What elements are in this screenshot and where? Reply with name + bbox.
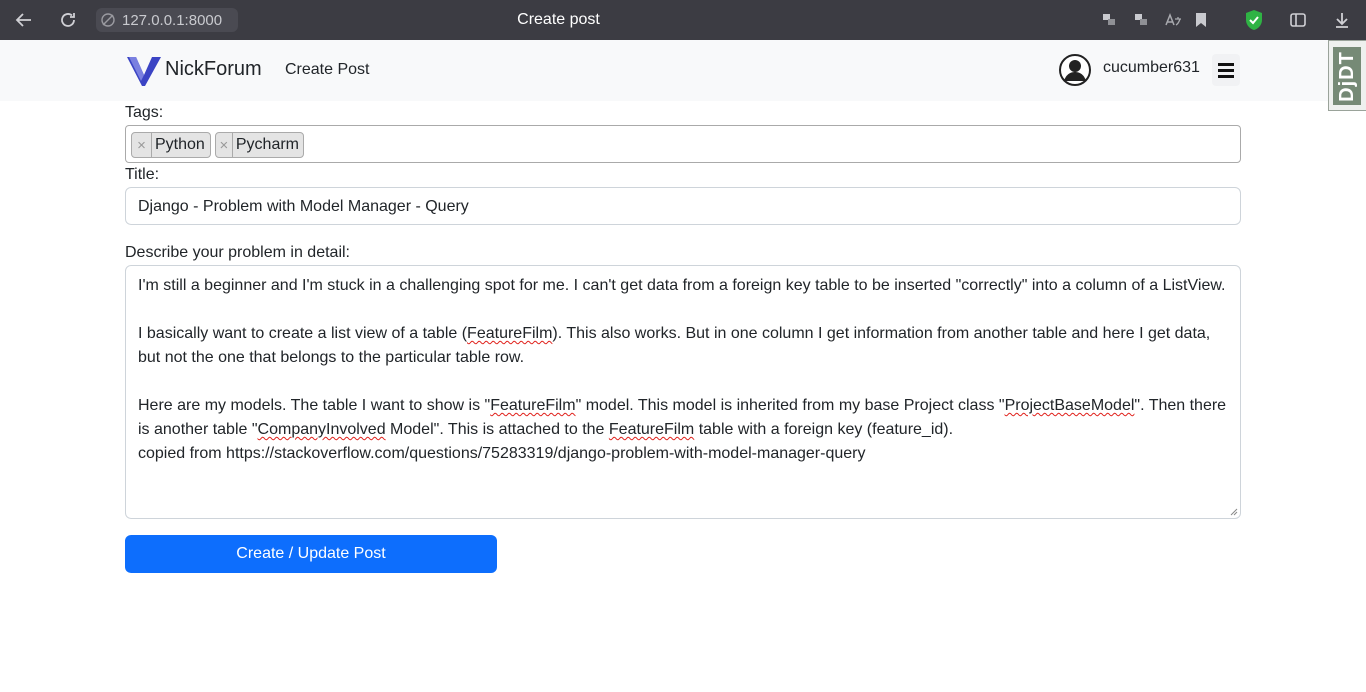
submit-button[interactable]: Create / Update Post (125, 535, 497, 573)
title-input[interactable]: Django - Problem with Model Manager - Qu… (125, 187, 1241, 225)
reload-icon[interactable] (56, 8, 80, 32)
avatar[interactable] (1059, 54, 1091, 86)
extension-icon[interactable] (1129, 8, 1153, 32)
tag-label: Python (155, 136, 205, 153)
tag-chip: × Pycharm (215, 132, 304, 158)
body-text: Here are my models. The table I want to … (138, 397, 491, 414)
bookmark-icon[interactable] (1189, 8, 1213, 32)
body-textarea[interactable]: I'm still a beginner and I'm stuck in a … (125, 265, 1241, 519)
translate-icon[interactable] (1161, 8, 1185, 32)
address-bar[interactable]: 127.0.0.1:8000 (96, 8, 238, 32)
body-paragraph: copied from https://stackoverflow.com/qu… (138, 445, 866, 462)
body-label: Describe your problem in detail: (125, 244, 350, 261)
resize-grip-icon[interactable] (1230, 508, 1238, 516)
body-text: " model. This model is inherited from my… (575, 397, 1005, 414)
body-text: FeatureFilm (490, 397, 576, 414)
debug-toolbar-handle[interactable]: DjDT (1328, 40, 1366, 111)
body-paragraph: Here are my models. The table I want to … (138, 394, 1228, 442)
body-text: Model". This is attached to the (385, 421, 609, 438)
title-label: Title: (125, 166, 160, 183)
body-text: I basically want to create a list view o… (138, 325, 468, 342)
site-info-icon[interactable] (96, 8, 120, 32)
hamburger-icon (1218, 63, 1234, 78)
sidebar-icon[interactable] (1286, 8, 1310, 32)
body-text: table with a foreign key (feature_id). (694, 421, 954, 438)
extension-icon[interactable] (1097, 8, 1121, 32)
browser-toolbar: Create post 127.0.0.1:8000 (0, 0, 1366, 40)
body-paragraph: I'm still a beginner and I'm stuck in a … (138, 277, 1226, 294)
tag-remove-button[interactable]: × (132, 133, 152, 157)
url-text: 127.0.0.1:8000 (122, 11, 223, 29)
body-text: FeatureFilm (467, 325, 553, 342)
brand-name[interactable]: NickForum (165, 58, 262, 81)
username[interactable]: cucumber631 (1103, 59, 1200, 77)
body-text: FeatureFilm (608, 421, 695, 438)
site-navbar: NickForum Create Post cucumber631 (0, 40, 1366, 101)
download-icon[interactable] (1330, 8, 1354, 32)
nav-create-post-link[interactable]: Create Post (285, 61, 369, 79)
brand-logo-icon[interactable] (126, 55, 162, 87)
menu-button[interactable] (1212, 54, 1240, 86)
tag-remove-button[interactable]: × (216, 133, 233, 157)
tag-label: Pycharm (235, 136, 299, 153)
body-text: CompanyInvolved (257, 421, 386, 438)
body-paragraph: I basically want to create a list view o… (138, 322, 1228, 370)
body-text: ProjectBaseModel (1004, 397, 1135, 414)
debug-toolbar-badge: DjDT (1333, 47, 1361, 105)
shield-extension-icon[interactable] (1242, 8, 1266, 32)
debug-toolbar-label: DjDT (1335, 50, 1358, 102)
tags-label: Tags: (125, 104, 164, 121)
back-icon[interactable] (12, 8, 36, 32)
tags-select[interactable]: × Python × Pycharm (125, 125, 1241, 163)
tag-chip: × Python (131, 132, 211, 158)
